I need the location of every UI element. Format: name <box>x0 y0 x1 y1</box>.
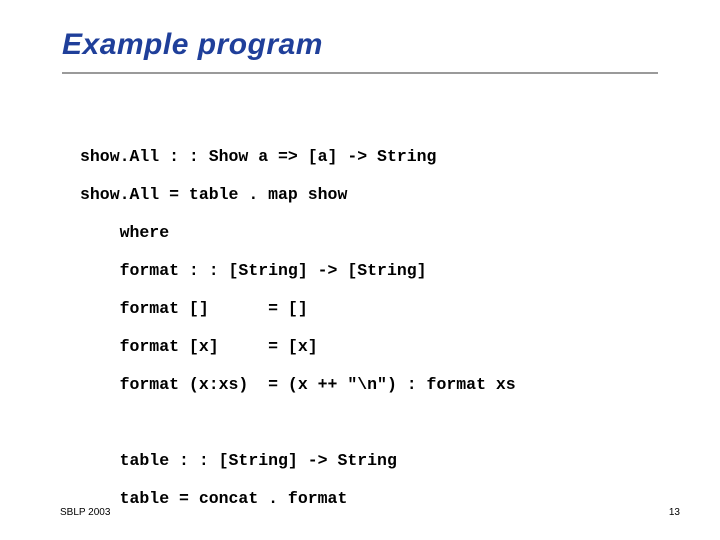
code-line: format (x:xs) = (x ++ "\n") : format xs <box>80 375 516 394</box>
footer-left: SBLP 2003 <box>60 507 110 518</box>
code-line: where <box>80 223 169 242</box>
code-line: format [x] = [x] <box>80 337 318 356</box>
code-line: show.All = table . map show <box>80 185 347 204</box>
code-block: show.All : : Show a => [a] -> String sho… <box>80 100 516 518</box>
title-divider <box>62 72 658 74</box>
code-line: table = concat . format <box>80 489 347 508</box>
slide: Example program show.All : : Show a => [… <box>0 0 720 540</box>
page-number: 13 <box>669 507 680 518</box>
code-line: table : : [String] -> String <box>80 451 397 470</box>
code-line: format : : [String] -> [String] <box>80 261 427 280</box>
slide-title: Example program <box>62 28 323 62</box>
code-line: show.All : : Show a => [a] -> String <box>80 147 436 166</box>
code-line: format [] = [] <box>80 299 308 318</box>
